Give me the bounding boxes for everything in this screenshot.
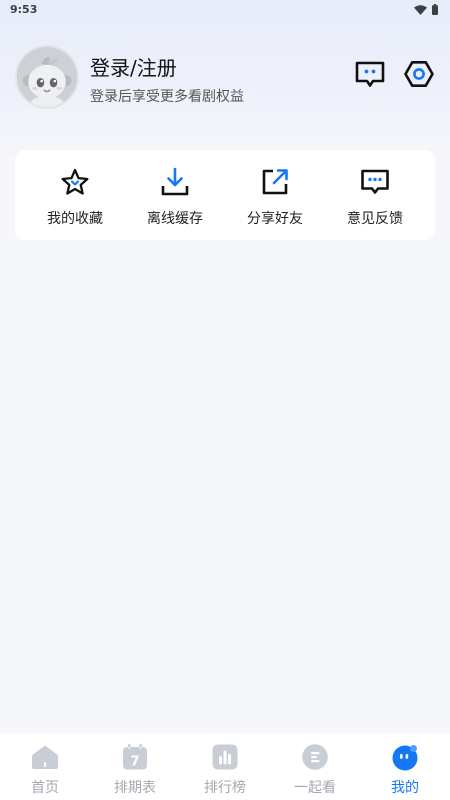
settings-button[interactable] xyxy=(402,57,436,91)
watch-together-icon xyxy=(302,744,328,770)
tab-schedule-label: 排期表 xyxy=(114,780,156,796)
star-icon xyxy=(61,168,89,195)
message-button[interactable] xyxy=(353,57,387,91)
feedback-label: 意见反馈 xyxy=(347,211,403,227)
tab-ranking-label: 排行榜 xyxy=(204,780,246,796)
status-bar: 9:53 xyxy=(0,0,450,20)
calendar-icon: 7 xyxy=(123,744,147,770)
status-time: 9:53 xyxy=(10,3,38,16)
tab-schedule[interactable]: 7 排期表 xyxy=(90,733,180,800)
tab-ranking[interactable]: 排行榜 xyxy=(180,733,270,800)
status-icons xyxy=(414,4,438,15)
offline-cache-button[interactable]: 离线缓存 xyxy=(125,150,225,240)
wifi-icon xyxy=(414,4,427,15)
feedback-button[interactable]: 意见反馈 xyxy=(325,150,425,240)
home-icon xyxy=(32,745,58,769)
offline-cache-label: 离线缓存 xyxy=(147,211,203,227)
gear-icon xyxy=(404,61,434,87)
message-icon xyxy=(355,61,385,87)
share-friends-button[interactable]: 分享好友 xyxy=(225,150,325,240)
tab-mine[interactable]: 我的 xyxy=(360,733,450,800)
share-icon xyxy=(262,169,288,195)
bottom-tab-bar: 首页 7 排期表 排行榜 一起看 我的 xyxy=(0,733,450,800)
tab-mine-label: 我的 xyxy=(391,780,419,796)
login-register-link[interactable]: 登录/注册 xyxy=(90,52,177,81)
battery-icon xyxy=(432,4,438,15)
favorites-button[interactable]: 我的收藏 xyxy=(25,150,125,240)
feedback-icon xyxy=(361,169,389,194)
login-benefit-subtitle: 登录后享受更多看剧权益 xyxy=(90,89,244,105)
avatar[interactable] xyxy=(15,45,79,109)
tab-watch-together[interactable]: 一起看 xyxy=(270,733,360,800)
tab-home[interactable]: 首页 xyxy=(0,733,90,800)
tab-home-label: 首页 xyxy=(31,780,59,796)
calendar-day-number: 7 xyxy=(130,755,139,770)
profile-face-icon xyxy=(392,745,418,771)
share-friends-label: 分享好友 xyxy=(247,211,303,227)
favorites-label: 我的收藏 xyxy=(47,211,103,227)
download-icon xyxy=(161,167,189,196)
quick-action-card: 我的收藏 离线缓存 分享好友 意见反馈 xyxy=(15,150,435,240)
tab-watch-together-label: 一起看 xyxy=(294,780,336,796)
default-avatar-icon xyxy=(17,47,77,107)
bar-chart-icon xyxy=(212,744,238,770)
